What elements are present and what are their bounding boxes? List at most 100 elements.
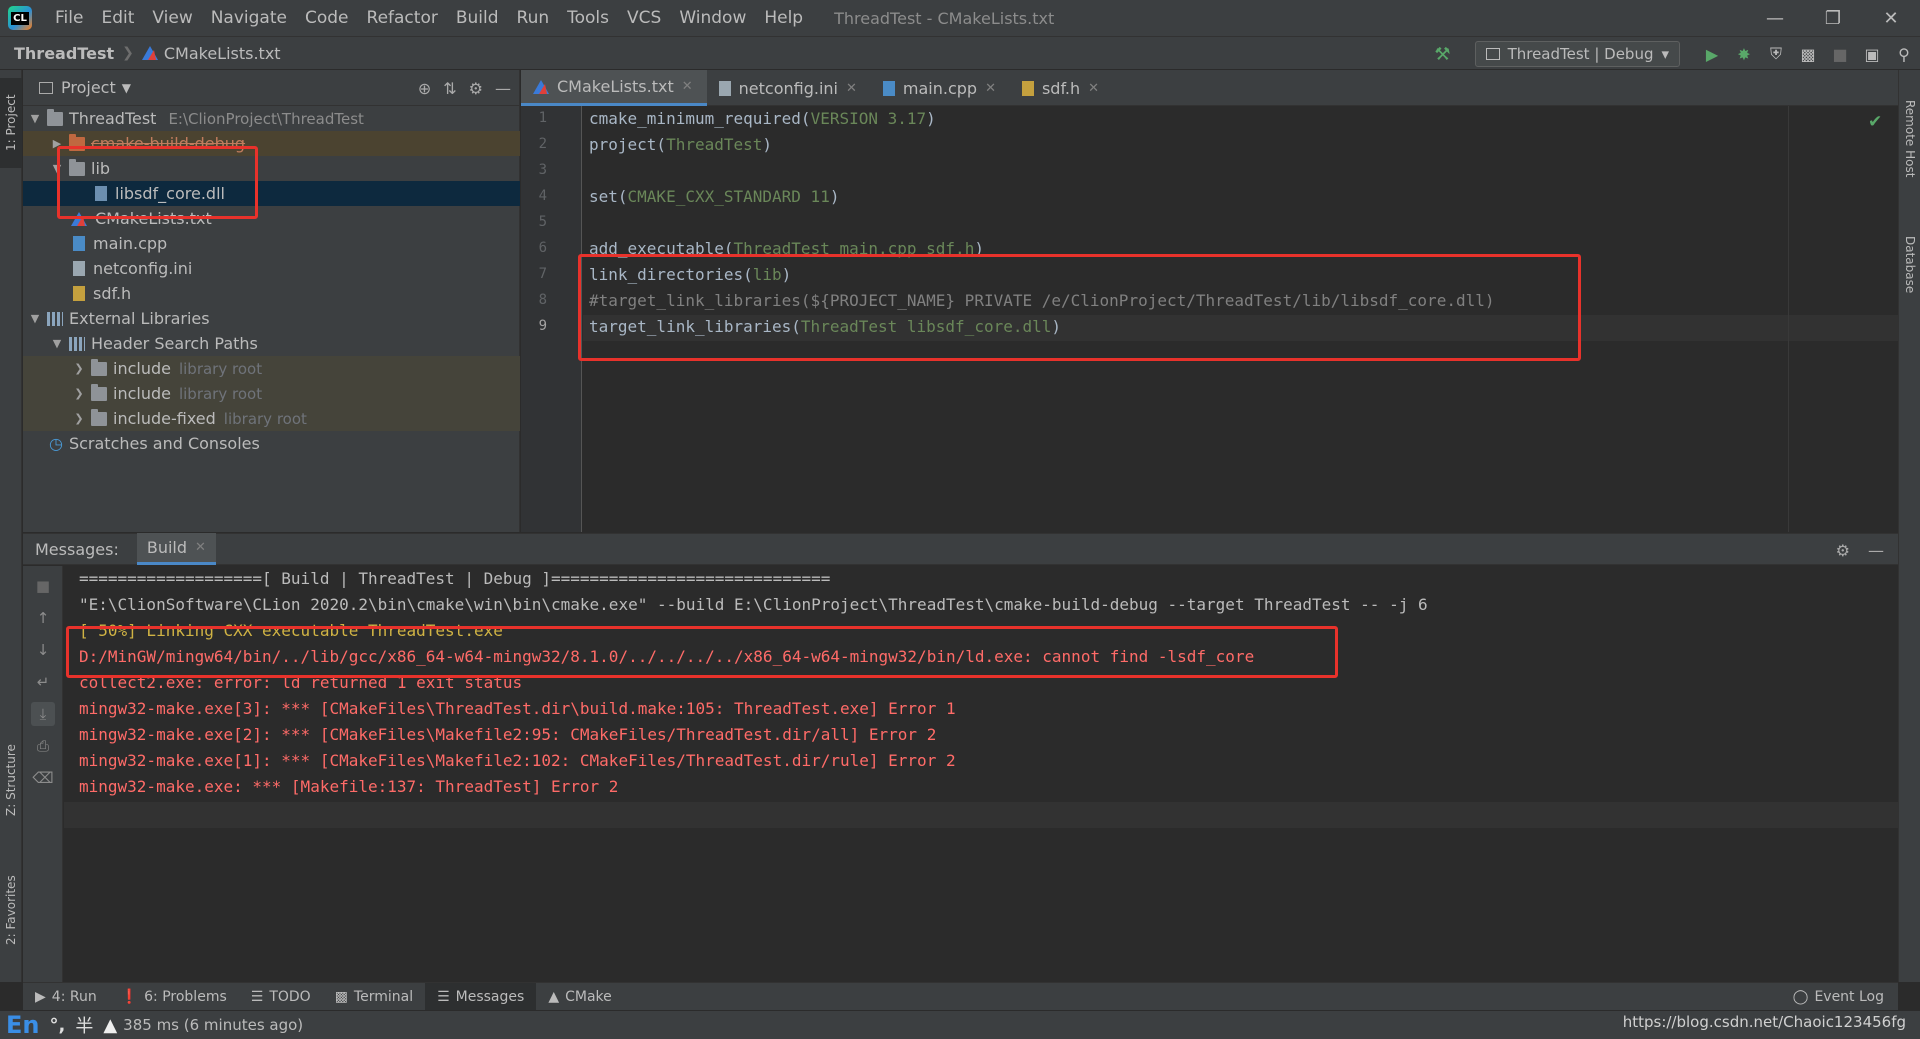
- tree-item-external-libraries[interactable]: ▼ External Libraries: [23, 306, 520, 331]
- run-config-selector[interactable]: ThreadTest | Debug ▾: [1474, 41, 1680, 67]
- tree-item-netconfig[interactable]: netconfig.ini: [23, 256, 520, 281]
- ime-punctuation[interactable]: °,: [49, 1015, 65, 1036]
- tree-item-sdf-h[interactable]: sdf.h: [23, 281, 520, 306]
- tool-tab-terminal[interactable]: ▩ Terminal: [323, 983, 425, 1011]
- run-icon[interactable]: ▶: [1696, 37, 1728, 71]
- collapse-all-icon[interactable]: ⇅: [443, 79, 456, 98]
- stripe-tab-favorites[interactable]: 2: Favorites: [0, 860, 22, 960]
- tool-tab-messages[interactable]: ☰ Messages: [425, 982, 537, 1011]
- menu-vcs[interactable]: VCS: [618, 0, 670, 36]
- chevron-right-icon[interactable]: ❯: [71, 412, 87, 425]
- line-number: 4: [538, 188, 547, 204]
- stop-icon[interactable]: ■: [31, 574, 55, 598]
- stripe-tab-remote-host[interactable]: Remote Host: [1899, 84, 1920, 194]
- menu-tools[interactable]: Tools: [558, 0, 618, 36]
- soft-wrap-icon[interactable]: ↵: [31, 670, 55, 694]
- hide-panel-icon[interactable]: —: [495, 79, 511, 98]
- event-log-button[interactable]: ◯ Event Log: [1793, 983, 1884, 1011]
- tab-sdf-h[interactable]: sdf.h ✕: [1010, 70, 1113, 106]
- ime-toolbar[interactable]: En °, 半 ▲: [6, 1011, 117, 1039]
- minimize-icon[interactable]: —: [1746, 0, 1804, 36]
- breadcrumb-file[interactable]: CMakeLists.txt: [141, 44, 281, 63]
- coverage-shield-icon[interactable]: ⛨: [1760, 37, 1792, 71]
- close-tab-icon[interactable]: ✕: [985, 81, 996, 96]
- tool-tab-todo[interactable]: ☰ TODO: [239, 983, 323, 1011]
- tree-item-include-2[interactable]: ❯ include library root: [23, 381, 520, 406]
- code-line-1: cmake_minimum_required(VERSION 3.17): [589, 109, 936, 128]
- close-tab-icon[interactable]: ✕: [846, 81, 857, 96]
- line-number: 8: [538, 292, 547, 308]
- menu-edit[interactable]: Edit: [92, 0, 143, 36]
- chevron-down-icon[interactable]: ▼: [49, 337, 65, 350]
- header-file-icon: [73, 286, 85, 301]
- tab-build[interactable]: Build ✕: [136, 533, 216, 565]
- restore-icon[interactable]: ❐: [1804, 0, 1862, 36]
- inspection-ok-check-icon[interactable]: ✔: [1868, 112, 1882, 132]
- menu-build[interactable]: Build: [447, 0, 508, 36]
- tab-cmakelists[interactable]: CMakeLists.txt ✕: [521, 70, 707, 106]
- tree-item-main-cpp[interactable]: main.cpp: [23, 231, 520, 256]
- ime-half-width[interactable]: 半: [75, 1012, 93, 1038]
- ime-skin-shirt-icon[interactable]: ▲: [103, 1015, 117, 1036]
- menu-window[interactable]: Window: [670, 0, 755, 36]
- stripe-tab-structure[interactable]: Z: Structure: [0, 730, 22, 830]
- tab-label: main.cpp: [902, 78, 978, 98]
- chevron-right-icon[interactable]: ❯: [71, 387, 87, 400]
- debug-bug-icon[interactable]: ✸: [1728, 37, 1760, 71]
- menu-code[interactable]: Code: [296, 0, 358, 36]
- arrow-up-icon[interactable]: ↑: [31, 606, 55, 630]
- tool-tab-cmake[interactable]: ▲ CMake: [536, 983, 623, 1011]
- profile-icon[interactable]: ▩: [1792, 37, 1824, 71]
- scratches-icon: ◷: [49, 434, 63, 453]
- tree-item-include-1[interactable]: ❯ include library root: [23, 356, 520, 381]
- project-structure-icon[interactable]: ▣: [1856, 37, 1888, 71]
- build-hammer-icon[interactable]: ⚒: [1434, 44, 1450, 65]
- tool-tab-problems[interactable]: ❗ 6: Problems: [109, 983, 239, 1011]
- gear-icon[interactable]: ⚙: [1836, 541, 1850, 560]
- breadcrumb-project[interactable]: ThreadTest: [14, 44, 114, 63]
- trash-icon[interactable]: ⌫: [31, 766, 55, 790]
- search-icon[interactable]: ⚲: [1888, 37, 1920, 71]
- gear-icon[interactable]: ⚙: [469, 79, 483, 98]
- menu-view[interactable]: View: [143, 0, 201, 36]
- chevron-right-icon[interactable]: ❯: [71, 362, 87, 375]
- project-view-selector[interactable]: Project: [61, 78, 116, 97]
- close-icon[interactable]: ✕: [1862, 0, 1920, 36]
- menu-run[interactable]: Run: [508, 0, 559, 36]
- tree-item-scratches[interactable]: ◷ Scratches and Consoles: [23, 431, 520, 456]
- menu-file[interactable]: File: [46, 0, 92, 36]
- print-icon[interactable]: ⎙: [31, 734, 55, 758]
- stripe-tab-project[interactable]: 1: Project: [0, 78, 22, 168]
- close-tab-icon[interactable]: ✕: [1088, 81, 1099, 96]
- watermark-text: https://blog.csdn.net/Chaoic123456fg: [1622, 1013, 1906, 1031]
- menu-navigate[interactable]: Navigate: [202, 0, 296, 36]
- close-tab-icon[interactable]: ✕: [682, 79, 693, 94]
- chevron-down-icon[interactable]: ▼: [27, 112, 43, 125]
- menu-help[interactable]: Help: [755, 0, 812, 36]
- tab-label: CMakeLists.txt: [557, 77, 674, 96]
- tab-main-cpp[interactable]: main.cpp ✕: [871, 70, 1010, 106]
- folder-icon: [47, 108, 63, 126]
- line-number: 6: [538, 240, 547, 256]
- locate-crosshair-icon[interactable]: ⊕: [418, 79, 431, 98]
- line-number-gutter: 1 2 3 4 5 6 7 8 9: [521, 106, 582, 532]
- tool-tab-run[interactable]: ▶ 4: Run: [23, 983, 109, 1011]
- output-line-error: mingw32-make.exe[2]: *** [CMakeFiles\Mak…: [79, 725, 937, 744]
- project-panel-header: Project ▼ ⊕ ⇅ ⚙ —: [23, 70, 519, 106]
- chevron-down-icon[interactable]: ▼: [27, 312, 43, 325]
- tab-label: Build: [146, 538, 188, 557]
- stop-icon[interactable]: ■: [1824, 37, 1856, 71]
- close-tab-icon[interactable]: ✕: [195, 540, 206, 555]
- tree-item-root[interactable]: ▼ ThreadTest E:\ClionProject\ThreadTest: [23, 106, 520, 131]
- chevron-down-icon[interactable]: ▼: [122, 81, 131, 95]
- tree-item-header-search-paths[interactable]: ▼ Header Search Paths: [23, 331, 520, 356]
- menu-refactor[interactable]: Refactor: [358, 0, 447, 36]
- hide-panel-icon[interactable]: —: [1868, 541, 1884, 560]
- stripe-tab-database[interactable]: Database: [1899, 220, 1920, 310]
- arrow-down-icon[interactable]: ↓: [31, 638, 55, 662]
- tab-netconfig[interactable]: netconfig.ini ✕: [707, 70, 871, 106]
- scroll-to-end-icon[interactable]: ⤓: [31, 702, 55, 726]
- ime-language[interactable]: En: [6, 1011, 39, 1039]
- library-icon: [47, 311, 63, 326]
- tree-item-include-fixed[interactable]: ❯ include-fixed library root: [23, 406, 520, 431]
